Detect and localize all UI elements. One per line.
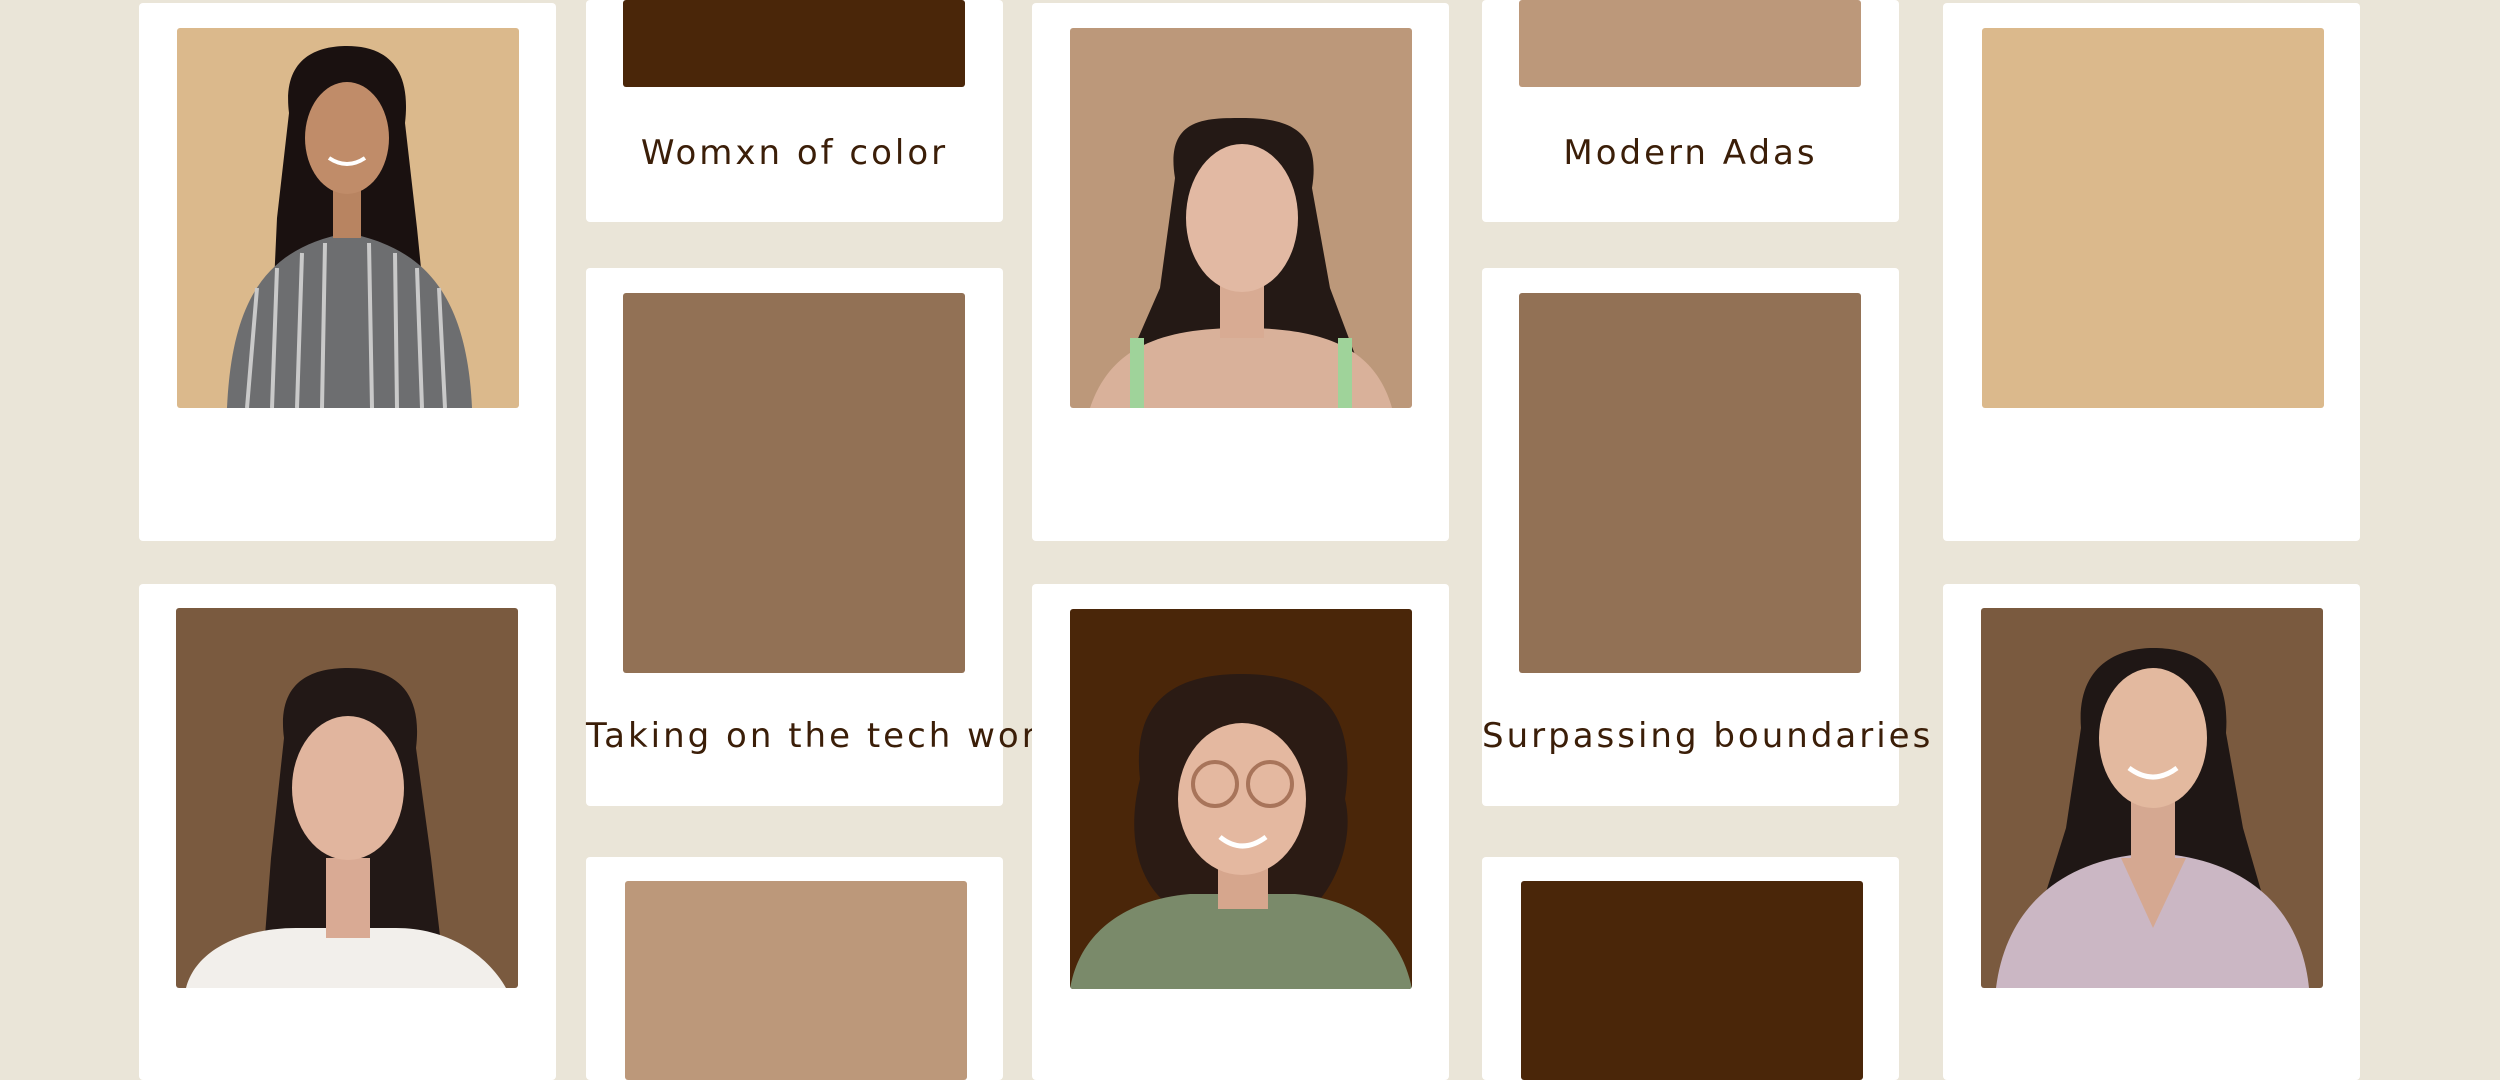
color-swatch <box>1982 28 2324 408</box>
photo-card[interactable] <box>1943 3 2360 541</box>
caption-womxn-of-color: Womxn of color <box>640 133 949 173</box>
caption-card[interactable]: Modern Adas <box>1482 0 1899 222</box>
color-swatch <box>625 881 967 1080</box>
caption-card[interactable] <box>1482 857 1899 1080</box>
color-swatch <box>1519 293 1861 673</box>
color-swatch <box>1519 0 1861 87</box>
portrait-person-glasses-curly-hair <box>1070 609 1412 989</box>
caption-card[interactable] <box>586 857 1003 1080</box>
caption-modern-adas: Modern Adas <box>1563 133 1818 173</box>
color-swatch <box>623 293 965 673</box>
photo-card[interactable] <box>1032 3 1449 541</box>
caption-card[interactable]: Taking on the tech world <box>586 268 1076 806</box>
portrait-woman-lilac-blouse <box>1981 608 2323 988</box>
caption-taking-on-the-tech-world: Taking on the tech world <box>586 716 1076 756</box>
photo-card[interactable] <box>139 3 556 541</box>
photo-card[interactable] <box>139 584 556 1080</box>
caption-card[interactable]: Womxn of color <box>586 0 1003 222</box>
photo-card[interactable] <box>1032 584 1449 1080</box>
portrait-woman-white-top <box>176 608 518 988</box>
photo-card[interactable] <box>1943 584 2360 1080</box>
caption-card[interactable]: Surpassing boundaries <box>1482 268 1934 806</box>
color-swatch <box>623 0 965 87</box>
portrait-woman-striped-shirt <box>177 28 519 408</box>
color-swatch <box>1521 881 1863 1080</box>
caption-surpassing-boundaries: Surpassing boundaries <box>1482 716 1934 756</box>
portrait-woman-long-dark-hair <box>1070 28 1412 408</box>
